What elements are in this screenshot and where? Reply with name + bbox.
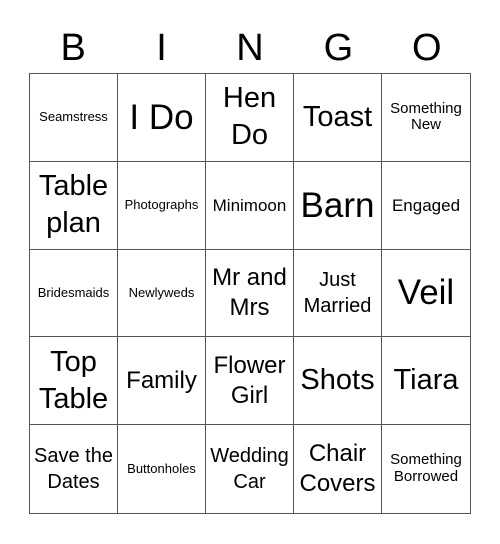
bingo-cell[interactable]: Table plan xyxy=(30,161,118,250)
bingo-cell[interactable]: Buttonholes xyxy=(118,425,206,513)
header-letter-i: I xyxy=(156,27,167,69)
header-letter-b: B xyxy=(60,27,86,69)
bingo-cell[interactable]: Seamstress xyxy=(30,74,118,162)
bingo-grid: Seamstress I Do Hen Do Toast Something N… xyxy=(29,73,471,514)
bingo-cell[interactable]: Wedding Car xyxy=(206,425,294,513)
bingo-cell[interactable]: Newlyweds xyxy=(118,249,206,338)
bingo-cell[interactable]: Something New xyxy=(382,74,470,162)
bingo-cell[interactable]: Bridesmaids xyxy=(30,249,118,338)
bingo-header: B I N G O xyxy=(29,24,471,72)
bingo-cell[interactable]: Photographs xyxy=(118,161,206,250)
bingo-cell[interactable]: I Do xyxy=(118,74,206,162)
bingo-cell[interactable]: Tiara xyxy=(382,337,470,426)
bingo-cell[interactable]: Family xyxy=(118,337,206,426)
bingo-cell[interactable]: Toast xyxy=(294,74,382,162)
bingo-cell[interactable]: Top Table xyxy=(30,337,118,426)
bingo-cell[interactable]: Flower Girl xyxy=(206,337,294,426)
bingo-cell[interactable]: Mr and Mrs xyxy=(206,249,294,338)
header-letter-n: N xyxy=(236,27,264,69)
header-letter-o: O xyxy=(411,27,442,69)
bingo-cell[interactable]: Something Borrowed xyxy=(382,425,470,513)
bingo-cell[interactable]: Just Married xyxy=(294,249,382,338)
bingo-cell[interactable]: Barn xyxy=(294,161,382,250)
bingo-cell[interactable]: Veil xyxy=(382,250,470,338)
bingo-cell[interactable]: Shots xyxy=(294,337,382,426)
bingo-cell[interactable]: Save the Dates xyxy=(30,425,118,513)
bingo-cell[interactable]: Minimoon xyxy=(206,161,294,250)
bingo-cell[interactable]: Hen Do xyxy=(206,74,294,162)
header-letter-g: G xyxy=(323,27,354,69)
bingo-cell[interactable]: Chair Covers xyxy=(294,425,382,513)
bingo-cell[interactable]: Engaged xyxy=(382,162,470,250)
